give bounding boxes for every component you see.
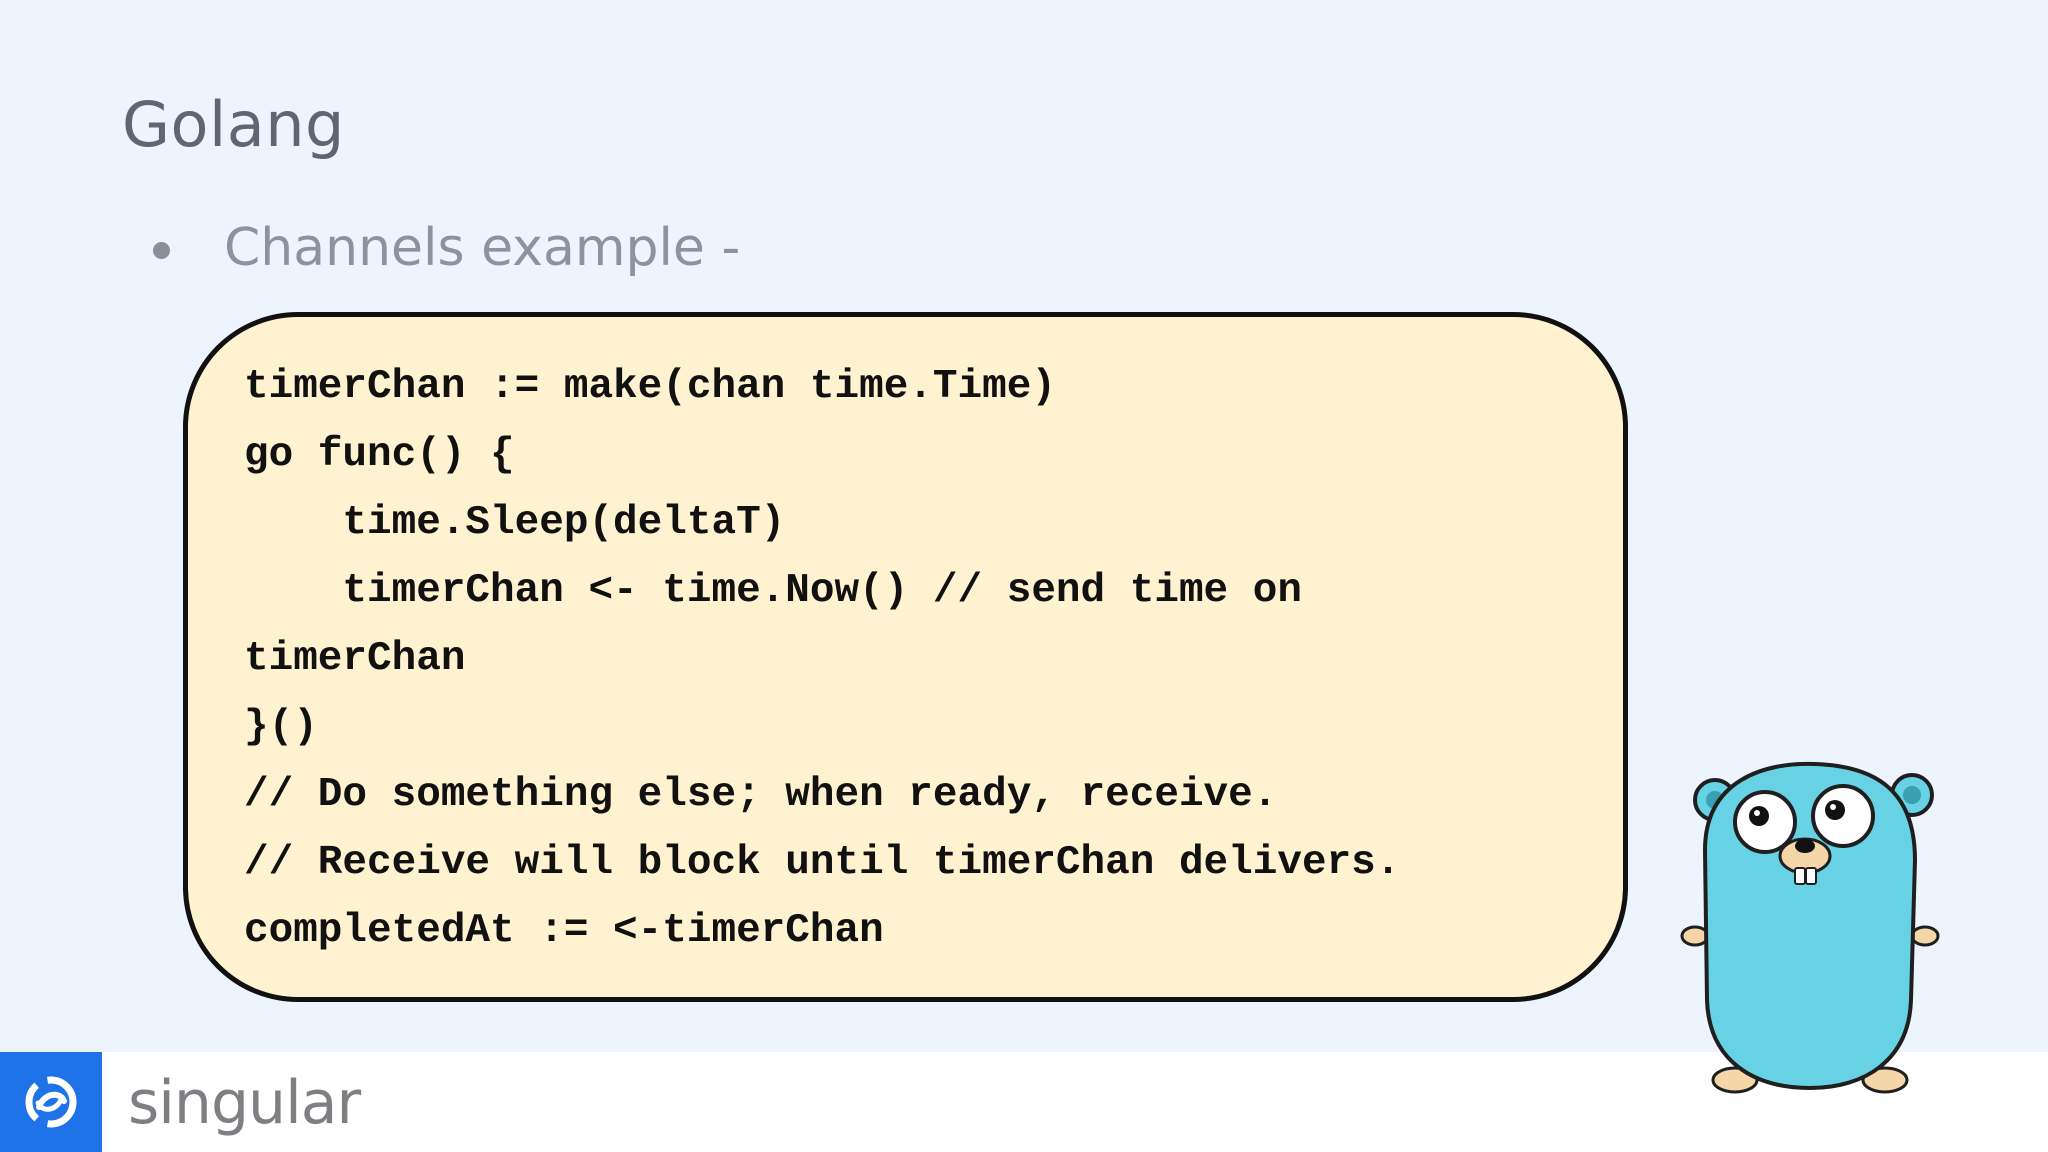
code-line: // Do something else; when ready, receiv…: [244, 772, 1278, 818]
code-line: timerChan := make(chan time.Time): [244, 364, 1056, 410]
code-line: timerChan: [244, 636, 466, 682]
slide-title: Golang: [122, 88, 345, 161]
code-line: // Receive will block until timerChan de…: [244, 840, 1401, 886]
singular-logo-icon: [25, 1076, 77, 1128]
code-line: }(): [244, 704, 318, 750]
code-line: go func() {: [244, 432, 515, 478]
code-line: time.Sleep(deltaT): [244, 500, 786, 546]
bullet-dot: [153, 242, 170, 259]
go-gopher-mascot: [1680, 761, 1940, 1094]
code-line: timerChan <- time.Now() // send time on: [244, 568, 1302, 614]
singular-logo: [0, 1052, 102, 1152]
code-block: timerChan := make(chan time.Time) go fun…: [183, 312, 1628, 1002]
code-line: completedAt := <-timerChan: [244, 908, 884, 954]
bullet-text: Channels example -: [224, 218, 741, 278]
brand-name: singular: [128, 1068, 361, 1138]
